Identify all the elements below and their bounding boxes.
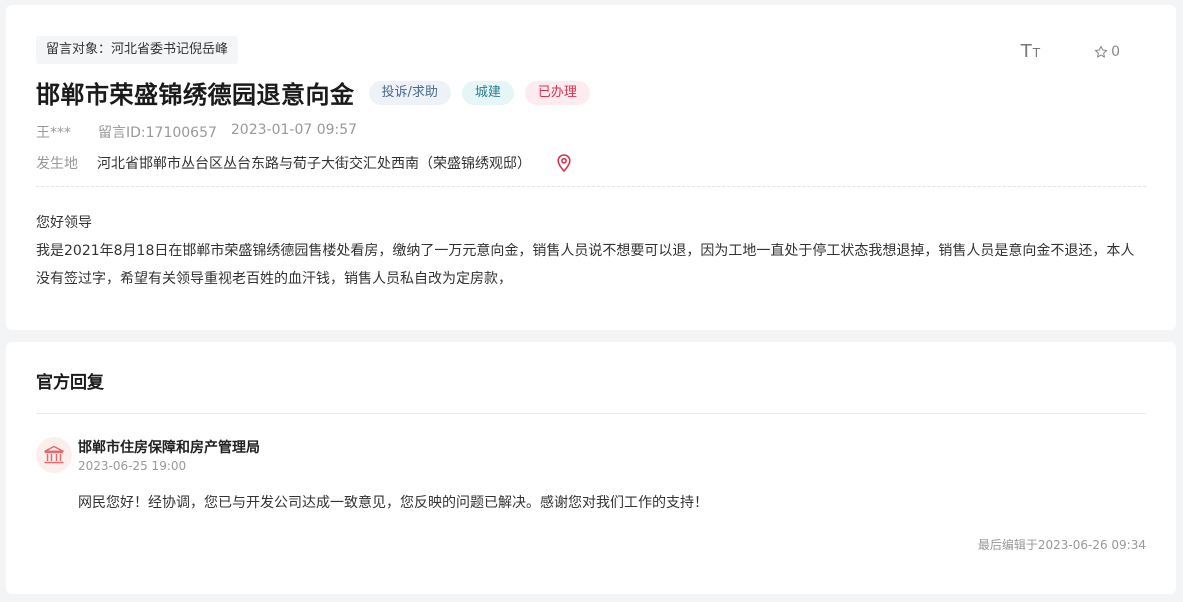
location-label: 发生地 [36, 156, 78, 172]
reply-content: 网民您好！经协调，您已与开发公司达成一致意见，您反映的问题已解决。感谢您对我们工… [78, 495, 708, 511]
message-body: 我是2021年8月18日在邯郸市荣盛锦绣德园售楼处看房，缴纳了一万元意向金，销售… [36, 243, 1135, 287]
title-row: 邯郸市荣盛锦绣德园退意向金 投诉/求助 城建 已办理 [36, 75, 601, 110]
author-name: 王*** [36, 125, 71, 141]
favorite-count: 0 [1111, 43, 1120, 60]
location-text: 河北省邯郸市丛台区丛台东路与荀子大街交汇处西南（荣盛锦绣观邸） [97, 156, 531, 172]
reply-time: 2023-06-25 19:00 [78, 459, 187, 473]
last-edited-note: 最后编辑于2023-06-26 09:34 [977, 538, 1146, 552]
favorite-button[interactable]: 0 [1094, 44, 1120, 60]
reply-section-title: 官方回复 [36, 373, 104, 393]
field-badge: 城建 [461, 80, 514, 105]
message-content: 您好领导 我是2021年8月18日在邯郸市荣盛锦绣德园售楼处看房，缴纳了一万元意… [36, 209, 1148, 293]
message-title: 邯郸市荣盛锦绣德园退意向金 [36, 81, 355, 109]
government-building-icon [36, 437, 72, 473]
message-toolbar: TT 0 [1021, 41, 1120, 62]
message-greeting: 您好领导 [36, 215, 92, 231]
font-size-icon: T [1020, 41, 1032, 62]
divider [36, 413, 1146, 414]
message-meta: 王*** 留言ID:17100657 2023-01-07 09:57 [36, 122, 384, 142]
status-badge: 已办理 [524, 80, 590, 105]
message-target: 留言对象：河北省委书记倪岳峰 [36, 36, 239, 64]
star-outline-icon [1095, 45, 1108, 58]
type-badge: 投诉/求助 [368, 80, 451, 105]
message-card: 留言对象：河北省委书记倪岳峰 TT 0 邯郸市荣盛锦绣德园退意向金 投诉/求助 … [6, 5, 1176, 330]
divider [36, 186, 1146, 187]
message-id: 留言ID:17100657 [98, 125, 217, 141]
message-date: 2023-01-07 09:57 [230, 122, 358, 138]
location-row: 发生地 河北省邯郸市丛台区丛台东路与荀子大街交汇处西南（荣盛锦绣观邸） [36, 153, 571, 173]
official-reply-card: 官方回复 邯郸市住房保障和房产管理局 2023-06-25 19:00 网民您好… [6, 342, 1176, 594]
location-pin-icon[interactable] [557, 154, 571, 172]
font-size-button[interactable]: TT [1021, 41, 1040, 62]
reply-org-name: 邯郸市住房保障和房产管理局 [78, 440, 260, 456]
